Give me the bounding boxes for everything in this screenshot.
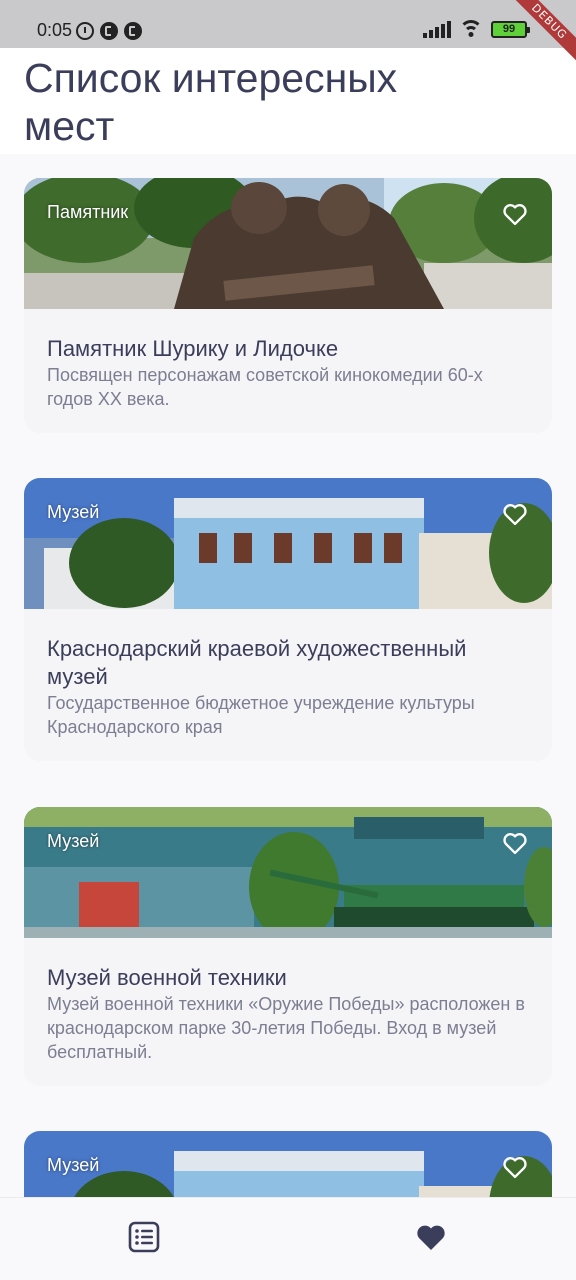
place-image: Музей [24, 807, 552, 938]
status-icons-right: 99 [423, 20, 530, 38]
app-bar: Список интересных мест [0, 48, 576, 154]
place-title: Музей военной техники [47, 965, 287, 990]
place-title: Краснодарский краевой художественный муз… [47, 636, 467, 689]
place-photo [24, 1131, 552, 1197]
place-title: Памятник Шурику и Лидочке [47, 336, 339, 361]
place-type: Памятник [47, 202, 129, 222]
alarm-icon [76, 22, 94, 40]
place-card-body: Памятник Шурику и Лидочке Посвящен персо… [24, 309, 552, 433]
app-notification-icon [124, 22, 142, 40]
place-card[interactable]: Музей Краснодарский краевой художественн… [24, 478, 552, 761]
signal-icon [423, 20, 451, 38]
place-card[interactable]: Музей [24, 1131, 552, 1197]
page-title: Список интересных мест [24, 55, 398, 149]
place-description: Музей военной техники «Оружие Победы» ра… [47, 994, 525, 1062]
place-type: Музей [47, 502, 100, 522]
heart-icon[interactable] [414, 1220, 448, 1254]
list-icon[interactable] [127, 1220, 161, 1254]
place-card[interactable]: Памятник Памятник Шурику и Лидочке Посвя… [24, 178, 552, 433]
place-card-body: Музей военной техники Музей военной техн… [24, 938, 552, 1086]
favorite-outline-icon[interactable] [501, 200, 529, 228]
status-bar: 0:05 99 [0, 0, 576, 48]
status-time: 0:05 [37, 20, 73, 40]
status-icons-left [76, 21, 142, 41]
place-type: Музей [47, 831, 100, 851]
place-card[interactable]: Музей Музей военной техники Музей военно… [24, 807, 552, 1086]
place-type: Музей [47, 1155, 100, 1175]
wifi-icon [459, 20, 483, 38]
place-description: Посвящен персонажам советской кинокомеди… [47, 365, 483, 409]
place-photo [24, 478, 552, 609]
place-image: Музей [24, 1131, 552, 1197]
place-image: Памятник [24, 178, 552, 309]
favorite-outline-icon[interactable] [501, 1153, 529, 1181]
place-card-body: Краснодарский краевой художественный муз… [24, 609, 552, 761]
bottom-navigation [0, 1197, 576, 1280]
battery-icon: 99 [491, 20, 530, 38]
place-photo [24, 178, 552, 309]
place-photo [24, 807, 552, 938]
places-list[interactable]: Памятник Памятник Шурику и Лидочке Посвя… [0, 154, 576, 1197]
place-description: Государственное бюджетное учреждение кул… [47, 693, 475, 737]
app-notification-icon [100, 22, 118, 40]
place-image: Музей [24, 478, 552, 609]
favorite-outline-icon[interactable] [501, 829, 529, 857]
favorite-outline-icon[interactable] [501, 500, 529, 528]
